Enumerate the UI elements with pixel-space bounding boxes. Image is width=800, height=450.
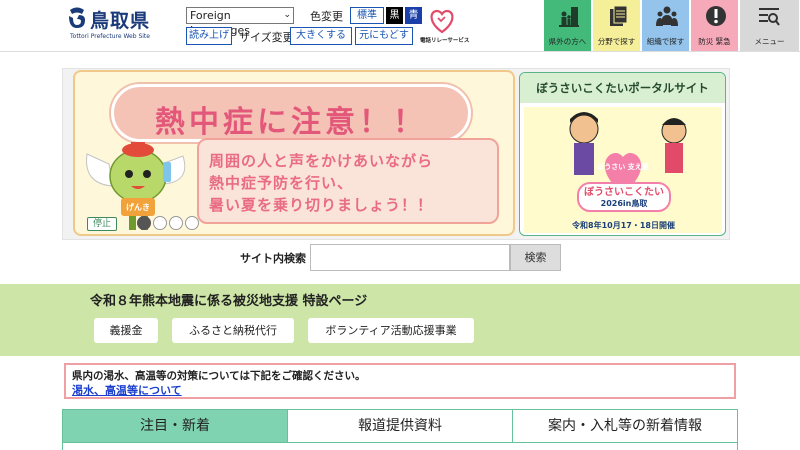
- nav-tile-label: 組織で探す: [646, 37, 685, 46]
- support-section-title[interactable]: 令和８年熊本地震に係る被災地支援 特設ページ: [90, 290, 367, 309]
- language-select[interactable]: Foreign Languages ⌄: [186, 7, 294, 37]
- logo-text: 鳥取県: [90, 10, 151, 32]
- disaster-portal-banner[interactable]: ぼうさいこくたいポータルサイト ぼうさい 支え愛 ぼうさいこくたい 2026in…: [519, 72, 726, 236]
- tab-press-releases[interactable]: 報道提供資料: [287, 409, 513, 443]
- banner-message-box: 周囲の人と声をかけあいながら 熱中症予防を行い、 暑い夏を乗り切りましょう！！: [197, 138, 499, 224]
- art-badge-text: ぼうさい 支え愛: [597, 162, 648, 171]
- banner-line: 熱中症予防を行い、: [209, 174, 354, 192]
- slide-indicator-dot[interactable]: [185, 216, 199, 230]
- slide-indicator-dot[interactable]: [153, 216, 167, 230]
- color-standard-button[interactable]: 標準: [350, 7, 384, 24]
- characters-illustration: ぼうさい 支え愛 ぼうさいこくたい 2026in鳥取: [569, 112, 687, 212]
- nav-tile-label: メニュー: [754, 37, 785, 46]
- people-icon: [656, 6, 678, 26]
- notice-text: 県内の渇水、高温等の対策については下記をご確認ください。: [72, 370, 366, 382]
- drought-notice: 県内の渇水、高温等の対策については下記をご確認ください。 渇水、高温等について: [64, 363, 736, 399]
- notice-link[interactable]: 渇水、高温等について: [72, 382, 182, 398]
- logo-english-text: Tottori Prefecture Web Site: [70, 33, 150, 40]
- volunteer-support-button[interactable]: ボランティア活動応援事業: [308, 318, 474, 343]
- banner-message: 周囲の人と声をかけあいながら 熱中症予防を行い、 暑い夏を乗り切りましょう！！: [209, 150, 433, 216]
- nav-tile-label: 県外の方へ: [548, 37, 587, 46]
- color-blue-button[interactable]: 青: [405, 7, 422, 24]
- site-search-input[interactable]: [310, 244, 510, 271]
- text-bigger-button[interactable]: 大きくする: [290, 27, 352, 45]
- donation-button[interactable]: 義援金: [94, 318, 158, 343]
- color-change-label: 色変更: [310, 10, 343, 23]
- nav-tile-by-organization[interactable]: 組織で探す: [642, 0, 690, 51]
- art-event-text: ぼうさいこくたい: [584, 185, 664, 198]
- slideshow-stop-button[interactable]: 停止: [87, 217, 117, 231]
- documents-icon: [610, 5, 628, 26]
- side-banner-art: ぼうさい 支え愛 ぼうさいこくたい 2026in鳥取: [524, 107, 722, 233]
- side-banner-title: ぼうさいこくたいポータルサイト: [520, 73, 725, 103]
- tel-relay-service-text: 電話リレーサービス: [420, 38, 470, 44]
- mascot-badge: げんき: [126, 202, 150, 212]
- search-button[interactable]: 検索: [510, 244, 561, 271]
- site-header: 鳥取県 Tottori Prefecture Web Site Foreign …: [0, 0, 800, 52]
- tab-notices-bids[interactable]: 案内・入札等の新着情報: [512, 409, 738, 443]
- furusato-tax-button[interactable]: ふるさと納税代行: [172, 318, 294, 343]
- tab-featured-new[interactable]: 注目・新着: [62, 409, 288, 443]
- event-date: 令和8年10月17・18日開催: [572, 221, 675, 230]
- menu-icon: [759, 8, 780, 26]
- art-place-text: 2026in鳥取: [601, 198, 648, 208]
- nav-tile-outside-pref[interactable]: 県外の方へ: [544, 0, 592, 51]
- family-icon: [559, 7, 579, 27]
- nav-tile-disaster-emergency[interactable]: 防災 緊急: [691, 0, 739, 51]
- nav-tile-menu[interactable]: メニュー: [740, 0, 800, 51]
- alert-icon: [706, 6, 726, 26]
- text-reset-button[interactable]: 元にもどす: [355, 27, 413, 45]
- tel-relay-service-link[interactable]: 電話リレーサービス: [420, 8, 469, 46]
- banner-line: 周囲の人と声をかけあいながら: [209, 152, 434, 170]
- heart-phone-icon: [430, 9, 454, 34]
- nav-tile-by-field[interactable]: 分野で探す: [593, 0, 641, 51]
- read-aloud-button[interactable]: 読み上げ: [186, 27, 232, 45]
- tab-panel: [62, 443, 738, 450]
- site-logo[interactable]: 鳥取県 Tottori Prefecture Web Site: [66, 6, 184, 46]
- heatstroke-banner[interactable]: 熱中症に注意！！ 周囲の人と声をかけあいながら 熱中症予防を行い、 暑い夏を乗り…: [73, 70, 515, 236]
- nav-tile-label: 防災 緊急: [698, 37, 731, 46]
- size-change-label: サイズ変更: [239, 31, 294, 44]
- site-search-label: サイト内検索: [240, 252, 306, 265]
- nav-tile-label: 分野で探す: [597, 37, 636, 46]
- tottori-logo-icon: [69, 7, 85, 28]
- chevron-down-icon: ⌄: [283, 10, 291, 20]
- slide-indicator-dot[interactable]: [169, 216, 183, 230]
- slide-indicator-dot[interactable]: [137, 216, 151, 230]
- color-black-button[interactable]: 黒: [386, 7, 403, 24]
- banner-line: 暑い夏を乗り切りましょう！！: [209, 196, 434, 214]
